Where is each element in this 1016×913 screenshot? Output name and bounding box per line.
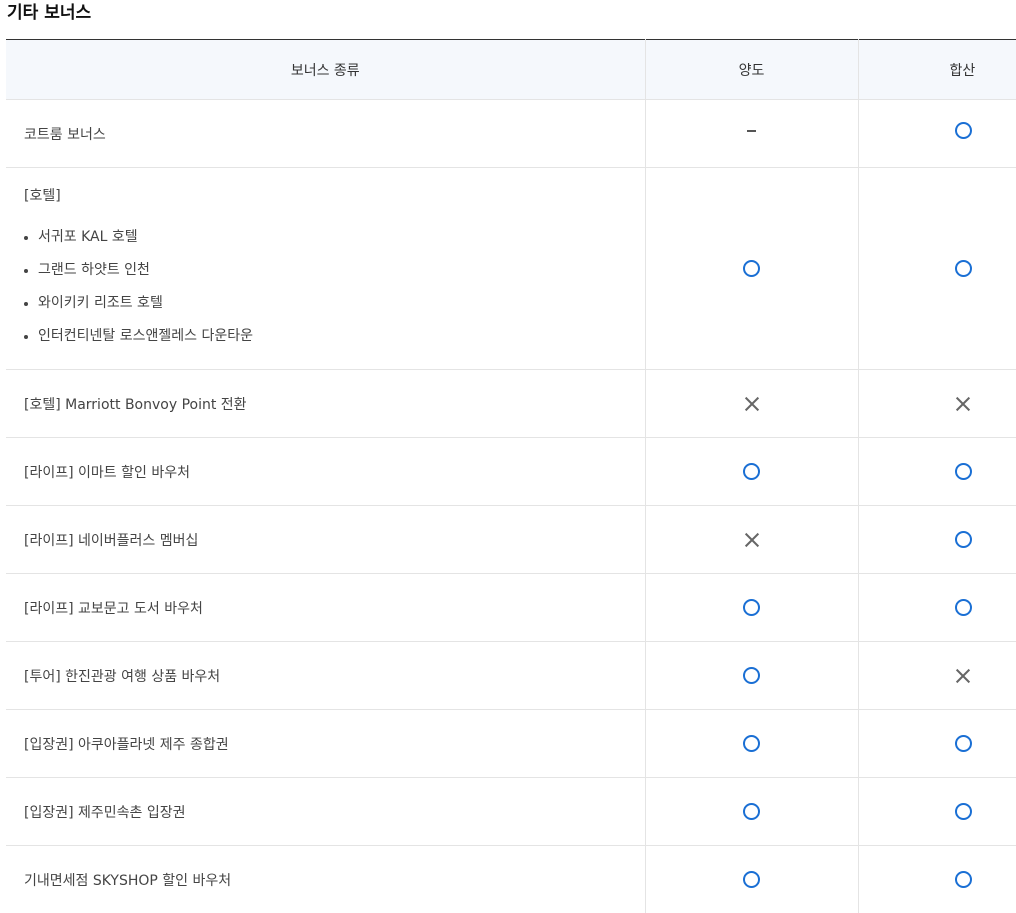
bonus-name: [투어] 한진관광 여행 상품 바우처	[6, 642, 645, 710]
bonus-name-cell: [호텔] 서귀포 KAL 호텔 그랜드 하얏트 인천 와이키키 리조트 호텔 인…	[6, 168, 645, 370]
list-item: 인터컨티넨탈 로스앤젤레스 다운타운	[24, 320, 645, 353]
header-combine: 합산	[858, 40, 1016, 100]
list-item: 서귀포 KAL 호텔	[24, 221, 645, 254]
circle-mark-icon	[743, 599, 760, 616]
hotel-name: 서귀포 KAL 호텔	[38, 229, 138, 245]
table-row: 코트룸 보너스	[6, 100, 1016, 168]
bullet-icon	[24, 302, 28, 306]
circle-mark-icon	[743, 735, 760, 752]
combine-cell	[858, 642, 1016, 710]
circle-mark-icon	[955, 463, 972, 480]
bullet-icon	[24, 335, 28, 339]
cross-mark-icon	[744, 532, 760, 548]
transfer-cell	[645, 438, 858, 506]
table-row: [라이프] 이마트 할인 바우처	[6, 438, 1016, 506]
combine-cell	[858, 710, 1016, 778]
table-row: [라이프] 교보문고 도서 바우처	[6, 574, 1016, 642]
circle-mark-icon	[955, 803, 972, 820]
table-row: [호텔] Marriott Bonvoy Point 전환	[6, 370, 1016, 438]
bonus-name: [라이프] 이마트 할인 바우처	[6, 438, 645, 506]
header-bonus-type: 보너스 종류	[6, 40, 645, 100]
table-row: [호텔] 서귀포 KAL 호텔 그랜드 하얏트 인천 와이키키 리조트 호텔 인…	[6, 168, 1016, 370]
transfer-cell	[645, 506, 858, 574]
combine-cell	[858, 100, 1016, 168]
bonus-name: [입장권] 아쿠아플라넷 제주 종합권	[6, 710, 645, 778]
bonus-table: 보너스 종류 양도 합산 코트룸 보너스 [호텔] 서귀포 KAL 호텔 그랜드…	[6, 39, 1016, 913]
transfer-cell	[645, 370, 858, 438]
transfer-cell	[645, 100, 858, 168]
circle-mark-icon	[743, 871, 760, 888]
transfer-cell	[645, 710, 858, 778]
combine-cell	[858, 168, 1016, 370]
header-transfer: 양도	[645, 40, 858, 100]
bullet-icon	[24, 269, 28, 273]
transfer-cell	[645, 642, 858, 710]
hotel-name: 그랜드 하얏트 인천	[38, 262, 150, 278]
combine-cell	[858, 438, 1016, 506]
table-header-row: 보너스 종류 양도 합산	[6, 40, 1016, 100]
bonus-name: [호텔]	[24, 185, 645, 205]
circle-mark-icon	[955, 735, 972, 752]
table-row: 기내면세점 SKYSHOP 할인 바우처	[6, 846, 1016, 913]
bullet-icon	[24, 236, 28, 240]
circle-mark-icon	[955, 531, 972, 548]
bonus-name: [라이프] 네이버플러스 멤버십	[6, 506, 645, 574]
table-row: [입장권] 제주민속촌 입장권	[6, 778, 1016, 846]
transfer-cell	[645, 778, 858, 846]
list-item: 그랜드 하얏트 인천	[24, 254, 645, 287]
bonus-name: [호텔] Marriott Bonvoy Point 전환	[6, 370, 645, 438]
combine-cell	[858, 778, 1016, 846]
circle-mark-icon	[955, 260, 972, 277]
list-item: 와이키키 리조트 호텔	[24, 287, 645, 320]
cross-mark-icon	[744, 396, 760, 412]
bonus-name: [라이프] 교보문고 도서 바우처	[6, 574, 645, 642]
hotel-name: 와이키키 리조트 호텔	[38, 295, 163, 311]
combine-cell	[858, 370, 1016, 438]
circle-mark-icon	[743, 667, 760, 684]
section-title: 기타 보너스	[7, 0, 91, 26]
circle-mark-icon	[955, 599, 972, 616]
transfer-cell	[645, 168, 858, 370]
combine-cell	[858, 846, 1016, 913]
bonus-name: 기내면세점 SKYSHOP 할인 바우처	[6, 846, 645, 913]
circle-mark-icon	[743, 803, 760, 820]
cross-mark-icon	[955, 396, 971, 412]
combine-cell	[858, 574, 1016, 642]
circle-mark-icon	[955, 871, 972, 888]
table-row: [투어] 한진관광 여행 상품 바우처	[6, 642, 1016, 710]
dash-mark-icon	[747, 130, 756, 132]
table-row: [라이프] 네이버플러스 멤버십	[6, 506, 1016, 574]
transfer-cell	[645, 574, 858, 642]
hotel-list: 서귀포 KAL 호텔 그랜드 하얏트 인천 와이키키 리조트 호텔 인터컨티넨탈…	[24, 221, 645, 353]
circle-mark-icon	[743, 463, 760, 480]
combine-cell	[858, 506, 1016, 574]
table-row: [입장권] 아쿠아플라넷 제주 종합권	[6, 710, 1016, 778]
cross-mark-icon	[955, 668, 971, 684]
transfer-cell	[645, 846, 858, 913]
bonus-name: 코트룸 보너스	[6, 100, 645, 168]
circle-mark-icon	[743, 260, 760, 277]
bonus-name: [입장권] 제주민속촌 입장권	[6, 778, 645, 846]
circle-mark-icon	[955, 122, 972, 139]
hotel-name: 인터컨티넨탈 로스앤젤레스 다운타운	[38, 328, 253, 344]
